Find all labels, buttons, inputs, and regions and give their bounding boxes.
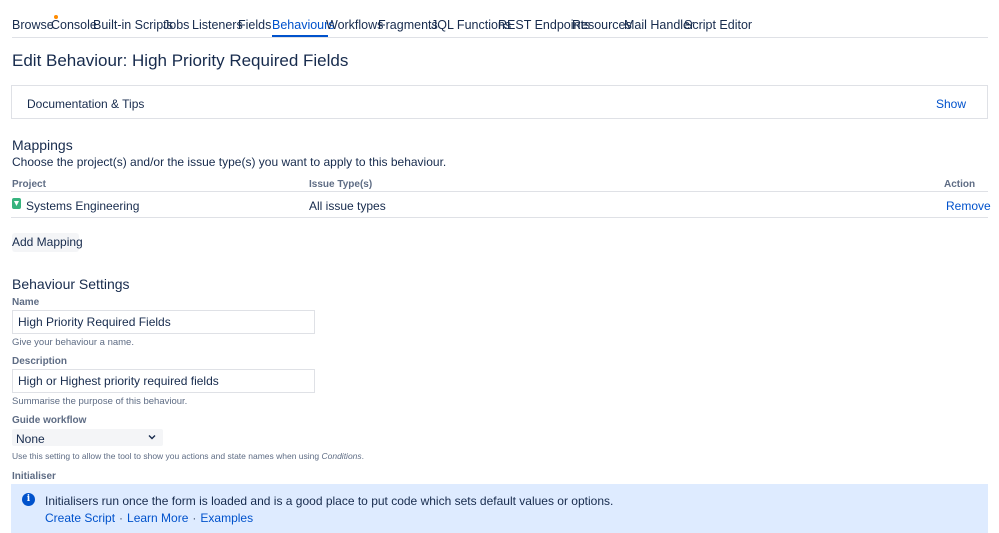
learn-more-link[interactable]: Learn More [127, 511, 188, 525]
name-field[interactable] [12, 310, 315, 334]
nav-jobs[interactable]: Jobs [163, 18, 189, 32]
mappings-description: Choose the project(s) and/or the issue t… [12, 155, 447, 169]
name-label: Name [12, 297, 40, 308]
column-header-issue-types: Issue Type(s) [309, 179, 373, 190]
name-help: Give your behaviour a name. [12, 337, 134, 348]
nav-console[interactable]: Console [51, 18, 97, 32]
link-separator: · [119, 511, 124, 525]
link-separator: · [192, 511, 197, 525]
nav-built-in-scripts[interactable]: Built-in Scripts [93, 18, 173, 32]
info-icon: i [22, 493, 35, 506]
description-field[interactable] [12, 369, 315, 393]
description-help: Summarise the purpose of this behaviour. [12, 396, 188, 407]
conditions-term: Conditions [321, 451, 362, 461]
show-documentation-link[interactable]: Show [936, 97, 966, 111]
nav-script-editor[interactable]: Script Editor [684, 18, 752, 32]
nav-listeners[interactable]: Listeners [192, 18, 243, 32]
nav-fragments[interactable]: Fragments [378, 18, 438, 32]
documentation-label: Documentation & Tips [27, 97, 145, 111]
initialiser-links: Create Script · Learn More · Examples [45, 511, 253, 525]
column-header-project: Project [12, 179, 46, 190]
guide-workflow-select[interactable]: None [12, 429, 163, 446]
column-header-action: Action [944, 179, 976, 190]
table-header-divider [11, 191, 988, 192]
initialiser-info-text: Initialisers run once the form is loaded… [45, 494, 614, 508]
guide-workflow-help-text: Use this setting to allow the tool to sh… [12, 451, 322, 461]
initialiser-label: Initialiser [12, 471, 56, 482]
project-icon [12, 198, 21, 209]
guide-workflow-value: None [16, 432, 45, 446]
top-nav: Browse Console Built-in Scripts Jobs Lis… [12, 0, 988, 38]
page-title: Edit Behaviour: High Priority Required F… [12, 51, 349, 70]
nav-browse[interactable]: Browse [12, 18, 54, 32]
mappings-heading: Mappings [12, 137, 73, 153]
nav-resources[interactable]: Resources [572, 18, 632, 32]
chevron-down-icon [148, 435, 156, 440]
guide-workflow-help-suffix: . [361, 451, 365, 461]
initialiser-info-box: i Initialisers run once the form is load… [11, 484, 988, 533]
guide-workflow-help: Use this setting to allow the tool to sh… [12, 451, 364, 461]
behaviour-settings-heading: Behaviour Settings [12, 276, 130, 292]
add-mapping-button[interactable]: Add Mapping [12, 233, 83, 252]
documentation-panel: Documentation & Tips Show [11, 85, 988, 119]
nav-workflows[interactable]: Workflows [326, 18, 383, 32]
create-script-link[interactable]: Create Script [45, 511, 115, 525]
row-issue-types: All issue types [309, 199, 386, 213]
guide-workflow-label: Guide workflow [12, 415, 87, 426]
nav-fields[interactable]: Fields [238, 18, 271, 32]
table-row-divider [11, 217, 988, 218]
description-label: Description [12, 356, 68, 367]
row-project[interactable]: Systems Engineering [26, 199, 139, 213]
examples-link[interactable]: Examples [200, 511, 253, 525]
remove-mapping-link[interactable]: Remove [946, 199, 991, 213]
active-tab-indicator [272, 35, 328, 37]
